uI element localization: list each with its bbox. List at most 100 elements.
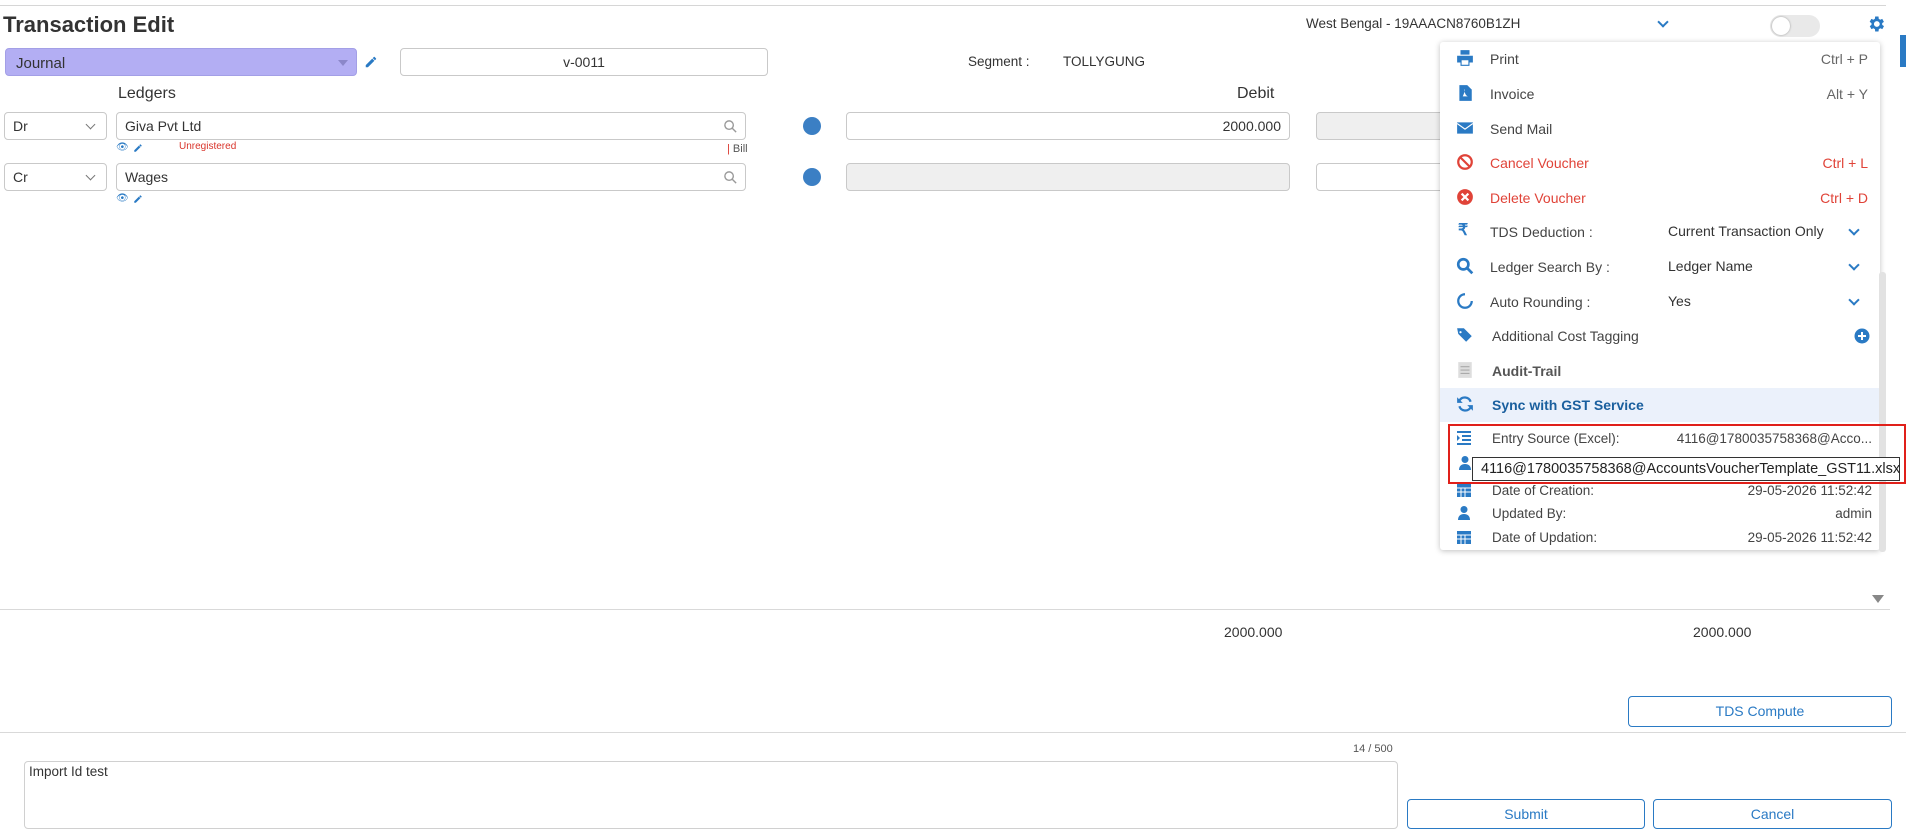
mode-toggle[interactable]	[1770, 15, 1820, 37]
plus-circle-icon[interactable]	[1854, 328, 1870, 344]
debit-input[interactable]: 2000.000	[846, 112, 1290, 140]
credit-total: 2000.000	[1693, 624, 1752, 640]
auto-rounding-value: Yes	[1668, 293, 1691, 309]
caret-down-icon	[338, 60, 348, 66]
voucher-type-value: Journal	[16, 55, 66, 72]
narration-divider	[0, 732, 1906, 733]
col-debit-header: Debit	[1237, 85, 1275, 102]
drcr-value: Cr	[13, 169, 28, 185]
search-icon[interactable]	[723, 170, 738, 185]
top-divider	[0, 5, 1886, 6]
menu-tds-deduction-label: TDS Deduction :	[1490, 224, 1593, 240]
pencil-icon[interactable]	[133, 143, 143, 153]
close-circle-icon	[1457, 189, 1473, 205]
menu-auto-rounding-label: Auto Rounding :	[1490, 294, 1591, 310]
narration-textarea[interactable]: Import Id test	[24, 761, 1398, 829]
menu-print[interactable]: Print Ctrl + P	[1440, 42, 1880, 76]
info-updated-by: Updated By: admin	[1440, 501, 1880, 525]
chevron-down-icon	[85, 119, 96, 130]
credit-input	[1316, 112, 1446, 140]
date-created-value: 29-05-2026 11:52:42	[1747, 483, 1872, 498]
debit-total: 2000.000	[1224, 624, 1283, 640]
updated-by-value: admin	[1835, 506, 1872, 521]
pencil-icon[interactable]	[133, 194, 143, 204]
ledger-search-value: Ledger Name	[1668, 258, 1753, 274]
voucher-number-input[interactable]: v-0011	[400, 48, 768, 76]
drcr-select[interactable]: Cr	[4, 163, 107, 191]
document-icon	[1458, 362, 1472, 378]
bill-link[interactable]: | Bill	[727, 143, 748, 155]
date-updated-label: Date of Updation:	[1492, 530, 1598, 545]
menu-invoice-shortcut: Alt + Y	[1826, 86, 1868, 102]
scroll-down-icon[interactable]	[1872, 595, 1884, 603]
entry-source-tooltip: 4116@1780035758368@AccountsVoucherTempla…	[1472, 457, 1900, 481]
menu-delete-voucher[interactable]: Delete Voucher Ctrl + D	[1440, 181, 1880, 215]
notes-icon[interactable]	[803, 168, 821, 186]
chevron-down-icon	[1848, 259, 1860, 271]
ledger-value: Giva Pvt Ltd	[125, 118, 202, 134]
spinner-icon	[1457, 293, 1473, 309]
gstin-select[interactable]: West Bengal - 19AAACN8760B1ZH	[1306, 16, 1520, 31]
menu-auto-rounding[interactable]: Auto Rounding : Yes	[1440, 285, 1880, 319]
status-badge: Unregistered	[179, 141, 237, 152]
eye-icon[interactable]: 👁	[116, 142, 129, 153]
chevron-down-icon	[1848, 224, 1860, 236]
menu-ledger-search-label: Ledger Search By :	[1490, 259, 1610, 275]
menu-invoice-label: Invoice	[1490, 86, 1535, 102]
notes-icon[interactable]	[803, 117, 821, 135]
gstin-select-value: West Bengal - 19AAACN8760B1ZH	[1306, 16, 1521, 31]
mail-icon	[1456, 122, 1474, 134]
pdf-file-icon	[1459, 85, 1472, 101]
menu-scrollbar[interactable]	[1879, 272, 1886, 552]
menu-tds-deduction[interactable]: ₹ TDS Deduction : Current Transaction On…	[1440, 215, 1880, 249]
totals-divider	[0, 609, 1890, 610]
tds-compute-button[interactable]: TDS Compute	[1628, 696, 1892, 727]
submit-button[interactable]: Submit	[1407, 799, 1645, 829]
debit-input	[846, 163, 1290, 191]
menu-cancel-voucher[interactable]: Cancel Voucher Ctrl + L	[1440, 146, 1880, 180]
menu-delete-voucher-shortcut: Ctrl + D	[1820, 190, 1868, 206]
drcr-value: Dr	[13, 118, 28, 134]
credit-input[interactable]	[1316, 163, 1446, 191]
chevron-down-icon	[85, 170, 96, 181]
gear-icon[interactable]	[1866, 14, 1886, 34]
menu-delete-voucher-label: Delete Voucher	[1490, 190, 1586, 206]
page-scrollbar[interactable]	[1900, 35, 1906, 67]
bill-label: Bill	[732, 143, 748, 155]
menu-cancel-voucher-shortcut: Ctrl + L	[1822, 155, 1868, 171]
menu-print-shortcut: Ctrl + P	[1820, 51, 1868, 67]
pencil-icon[interactable]	[364, 55, 378, 69]
date-updated-value: 29-05-2026 11:52:42	[1747, 530, 1872, 545]
date-created-label: Date of Creation:	[1492, 483, 1595, 498]
ledger-input[interactable]: Giva Pvt Ltd	[116, 112, 746, 140]
menu-sync-gst[interactable]: Sync with GST Service	[1440, 388, 1880, 422]
menu-cancel-voucher-label: Cancel Voucher	[1490, 155, 1589, 171]
search-icon[interactable]	[723, 119, 738, 134]
menu-sync-gst-label: Sync with GST Service	[1492, 397, 1644, 413]
menu-invoice[interactable]: Invoice Alt + Y	[1440, 77, 1880, 111]
menu-ledger-search[interactable]: Ledger Search By : Ledger Name	[1440, 250, 1880, 284]
segment-label: Segment :	[968, 54, 1030, 69]
menu-additional-cost[interactable]: Additional Cost Tagging	[1440, 319, 1880, 353]
col-ledgers-header: Ledgers	[118, 85, 176, 102]
tds-deduction-value: Current Transaction Only	[1668, 223, 1824, 239]
ban-icon	[1457, 154, 1473, 170]
drcr-select[interactable]: Dr	[4, 112, 107, 140]
calendar-icon	[1457, 484, 1471, 497]
eye-icon[interactable]: 👁	[116, 193, 129, 204]
search-icon	[1456, 257, 1474, 275]
page-title: Transaction Edit	[3, 12, 175, 37]
cancel-button[interactable]: Cancel	[1653, 799, 1892, 829]
chevron-down-icon[interactable]	[1657, 16, 1669, 28]
updated-by-label: Updated By:	[1492, 506, 1567, 521]
ledger-value: Wages	[125, 169, 169, 185]
ledger-input[interactable]: Wages	[116, 163, 746, 191]
voucher-type-select[interactable]: Journal	[5, 48, 357, 76]
info-date-updated: Date of Updation: 29-05-2026 11:52:42	[1440, 525, 1880, 549]
toggle-knob	[1772, 17, 1790, 35]
menu-send-mail[interactable]: Send Mail	[1440, 112, 1880, 146]
menu-audit-trail[interactable]: Audit-Trail	[1440, 354, 1880, 388]
rupee-icon: ₹	[1458, 222, 1469, 239]
sync-icon	[1457, 396, 1473, 412]
menu-print-label: Print	[1490, 51, 1519, 67]
